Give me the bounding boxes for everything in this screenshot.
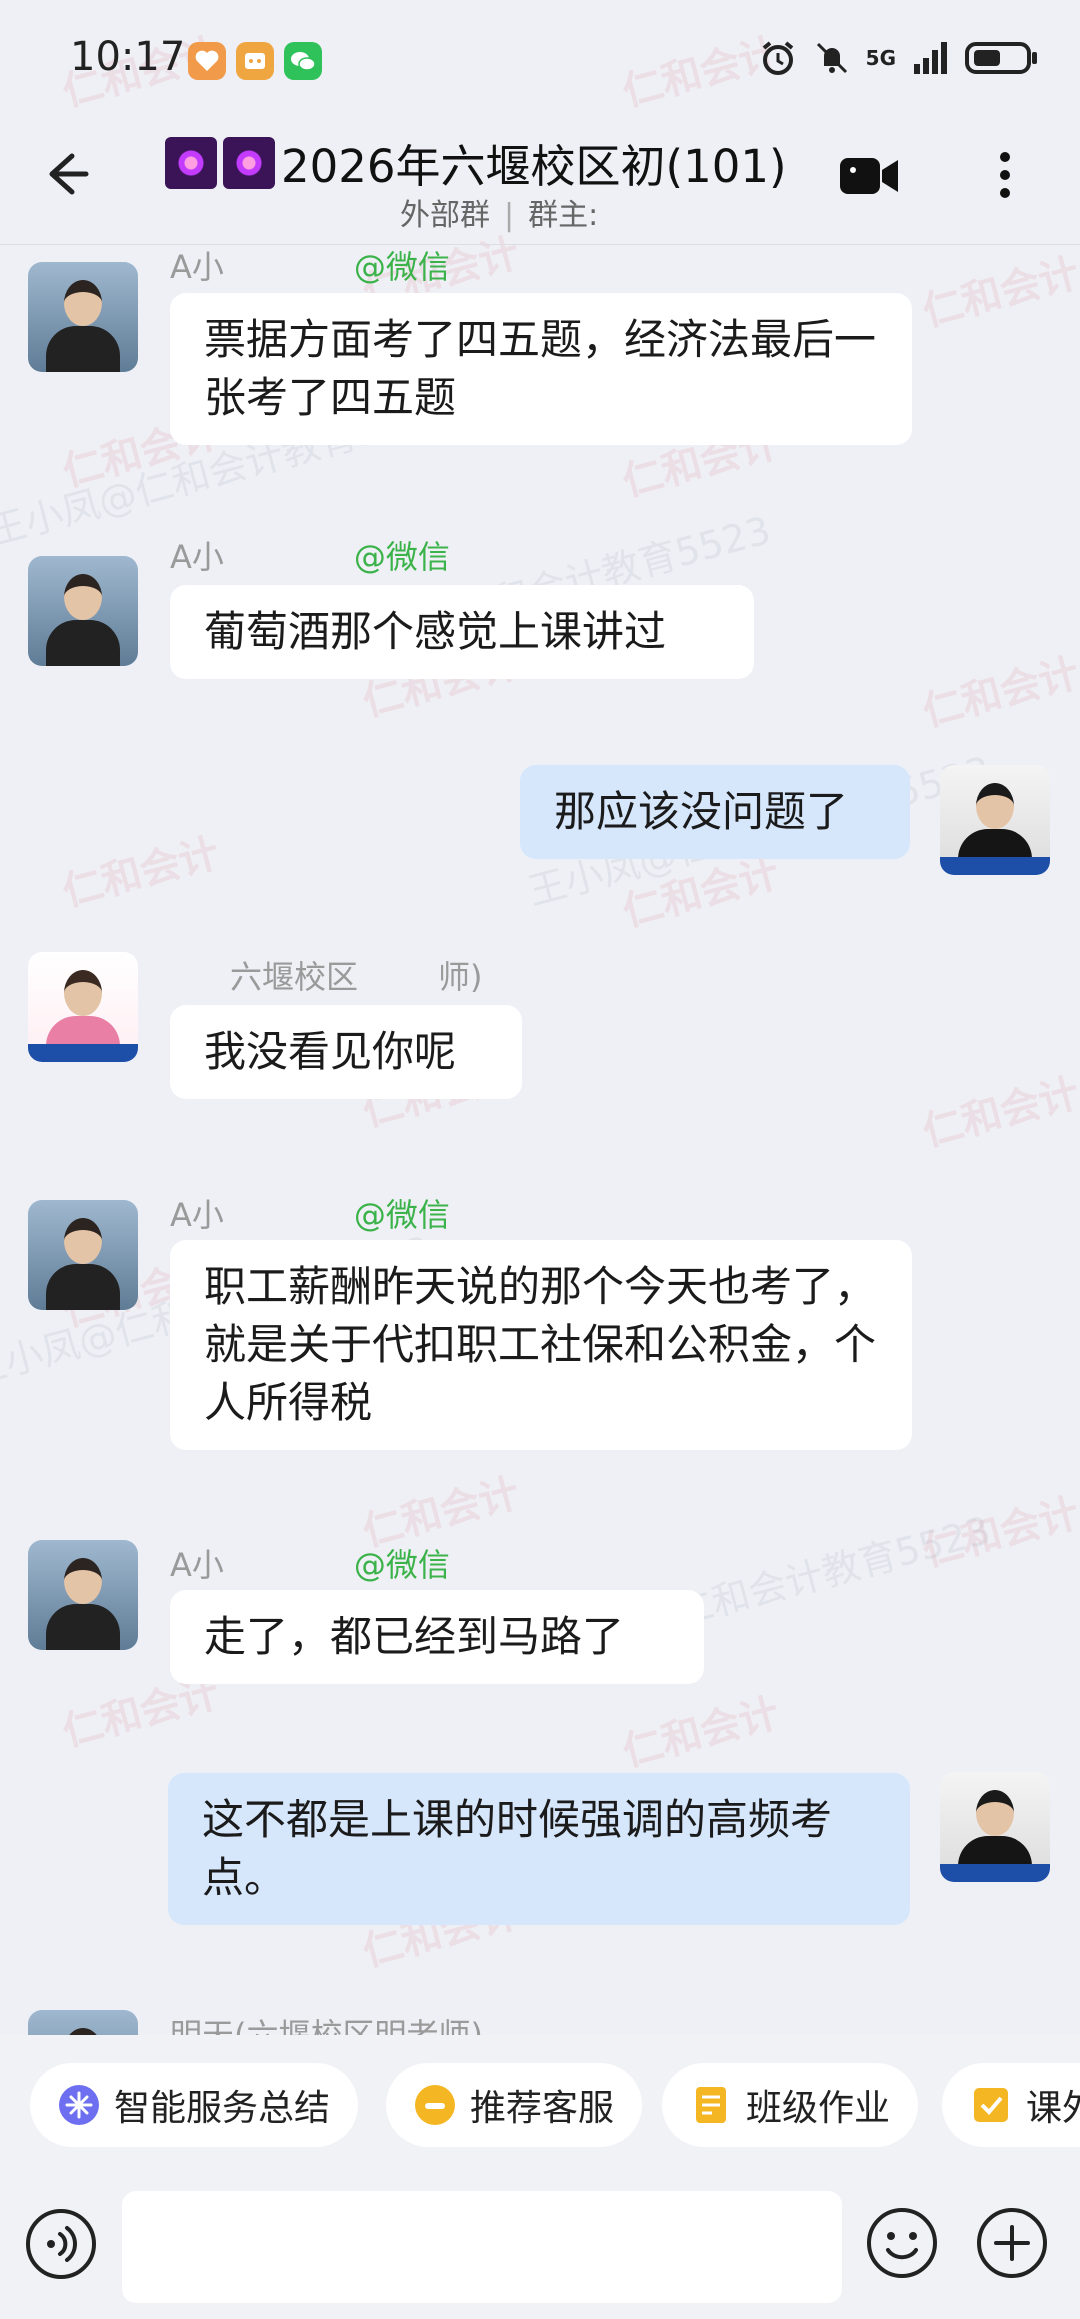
sender-name: A小 @微信	[170, 1196, 450, 1234]
message-bubble[interactable]: 葡萄酒那个感觉上课讲过	[170, 585, 754, 679]
avatar[interactable]	[940, 1772, 1050, 1882]
input-bar	[0, 2175, 1080, 2319]
group-title[interactable]: 2026年六堰校区初(101)	[165, 130, 787, 195]
wechat-tag: @微信	[353, 1546, 450, 1584]
status-bar: 10:17 5G	[0, 0, 1080, 120]
message-bubble[interactable]: 职工薪酬昨天说的那个今天也考了，就是关于代扣职工社保和公积金，个人所得税	[170, 1240, 912, 1450]
quick-action-label: 智能服务总结	[114, 2088, 331, 2129]
avatar[interactable]	[28, 2010, 138, 2036]
firework-emoji-icon	[223, 136, 275, 189]
video-call-icon[interactable]	[838, 150, 900, 202]
firework-emoji-icon	[165, 136, 217, 189]
quick-action-class-homework[interactable]: 班级作业	[662, 2063, 919, 2147]
group-owner-label: 群主:	[528, 198, 599, 233]
message-bubble[interactable]: 走了，都已经到马路了	[170, 1590, 704, 1684]
sender-name: 明天(六堰校区明老师)	[170, 2016, 483, 2036]
status-time: 10:17	[70, 34, 186, 80]
divider: |	[504, 198, 515, 233]
quick-action-smart-summary[interactable]: 智能服务总结	[30, 2063, 359, 2147]
homework-icon	[696, 2087, 726, 2123]
wechat-tag: @微信	[353, 538, 450, 576]
alarm-icon	[762, 41, 793, 75]
sender-name: A小 @微信	[170, 1546, 450, 1584]
sparkle-icon	[59, 2085, 99, 2125]
external-group-label: 外部群	[400, 198, 490, 233]
avatar[interactable]	[28, 952, 138, 1062]
back-arrow-icon[interactable]	[36, 146, 92, 202]
wechat-notification-icon	[284, 42, 322, 80]
chat-icon	[415, 2085, 455, 2125]
sender-name: A小 @微信	[170, 538, 450, 576]
avatar[interactable]	[28, 1540, 138, 1650]
avatar[interactable]	[28, 1200, 138, 1310]
group-subtitle: 外部群 | 群主:	[400, 190, 598, 234]
avatar[interactable]	[940, 765, 1050, 875]
quick-action-label: 班级作业	[746, 2088, 891, 2129]
message-bubble[interactable]: 我没看见你呢	[170, 1005, 522, 1099]
message-bubble[interactable]: 这不都是上课的时候强调的高频考点。	[168, 1773, 910, 1925]
check-icon	[974, 2088, 1008, 2122]
sender-name: A小 @微信	[170, 248, 450, 286]
avatar[interactable]	[28, 262, 138, 372]
wechat-tag: @微信	[353, 1196, 450, 1234]
notification-app-icon	[236, 42, 274, 80]
voice-input-icon[interactable]	[24, 2207, 98, 2281]
more-options-icon[interactable]	[980, 145, 1030, 205]
network-type: 5G	[865, 46, 896, 70]
message-input[interactable]	[122, 2191, 842, 2303]
group-title-text: 2026年六堰校区初(101)	[281, 140, 787, 193]
signal-icon	[914, 42, 947, 74]
quick-action-recommend-service[interactable]: 推荐客服	[386, 2063, 643, 2147]
quick-action-label: 课外	[1026, 2088, 1080, 2129]
message-bubble[interactable]: 那应该没问题了	[520, 765, 910, 859]
sender-name: 六堰校区 师)	[170, 952, 483, 998]
quick-action-label: 推荐客服	[470, 2088, 615, 2129]
status-icons: 5G	[758, 38, 1040, 78]
avatar[interactable]	[28, 556, 138, 666]
notification-app-icon	[188, 42, 226, 80]
add-attachment-icon[interactable]	[974, 2205, 1050, 2281]
message-list[interactable]: A小 @微信 票据方面考了四五题，经济法最后一张考了四五题 A小 @微信 葡萄酒那个…	[0, 246, 1080, 2036]
chat-header: 2026年六堰校区初(101) 外部群 | 群主:	[0, 120, 1080, 245]
wechat-tag: @微信	[353, 248, 450, 286]
mute-icon	[816, 42, 847, 74]
quick-action-extracurricular[interactable]: 课外	[942, 2063, 1080, 2147]
emoji-icon[interactable]	[864, 2205, 940, 2281]
quick-actions-bar: 智能服务总结 推荐客服 班级作业 课外	[0, 2035, 1080, 2175]
battery-icon	[965, 42, 1037, 74]
message-bubble[interactable]: 票据方面考了四五题，经济法最后一张考了四五题	[170, 293, 912, 445]
